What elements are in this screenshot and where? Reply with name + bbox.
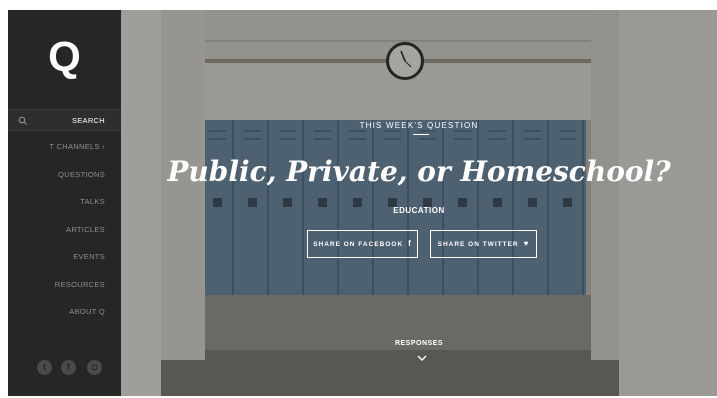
sidebar: Q SEARCH T CHANNELS › QUESTIONS TALKS AR… <box>8 10 121 396</box>
nav-item-about-q[interactable]: ABOUT Q <box>69 307 105 316</box>
nav-item-label: ARTICLES <box>66 225 105 234</box>
dark-overlay <box>121 10 717 396</box>
twitter-icon: ♥ <box>523 239 530 248</box>
responses-link[interactable]: RESPONSES <box>121 340 717 347</box>
nav-item-label: TALKS <box>80 197 105 206</box>
nav-item-questions[interactable]: QUESTIONS <box>58 170 105 179</box>
nav-item-articles[interactable]: ARTICLES <box>66 225 105 234</box>
search-label: SEARCH <box>71 116 105 125</box>
chevron-down-icon[interactable] <box>417 354 427 362</box>
share-facebook-label: SHARE ON FACEBOOK <box>313 241 404 248</box>
nav-item-resources[interactable]: RESOURCES <box>55 280 105 289</box>
eyebrow-label: THIS WEEK'S QUESTION <box>359 121 479 130</box>
eyebrow-divider <box>413 134 429 135</box>
facebook-icon[interactable]: f <box>61 360 76 375</box>
hero-section: THIS WEEK'S QUESTION Public, Private, or… <box>121 10 717 396</box>
search-icon <box>18 116 27 125</box>
instagram-icon[interactable]: ◘ <box>87 360 102 375</box>
nav-item-events[interactable]: EVENTS <box>73 252 105 261</box>
share-twitter-button[interactable]: SHARE ON TWITTER ♥ <box>430 230 537 258</box>
nav-item-t-channels[interactable]: T CHANNELS › <box>49 142 105 151</box>
search-button[interactable]: SEARCH <box>8 109 121 131</box>
q-logo[interactable]: Q <box>8 36 121 78</box>
facebook-icon: f <box>408 239 412 248</box>
share-facebook-button[interactable]: SHARE ON FACEBOOK f <box>307 230 418 258</box>
nav-item-talks[interactable]: TALKS <box>80 197 105 206</box>
share-twitter-label: SHARE ON TWITTER <box>437 241 519 248</box>
nav-item-label: ABOUT Q <box>69 307 105 316</box>
nav-item-label: T CHANNELS <box>49 142 100 151</box>
nav-item-label: EVENTS <box>73 252 105 261</box>
twitter-icon[interactable]: t <box>37 360 52 375</box>
nav-item-label: QUESTIONS <box>58 170 105 179</box>
category-link[interactable]: EDUCATION <box>121 206 717 215</box>
chevron-right-icon: › <box>102 142 105 151</box>
headline: Public, Private, or Homeschool? <box>167 155 671 188</box>
nav-item-label: RESOURCES <box>54 280 105 289</box>
